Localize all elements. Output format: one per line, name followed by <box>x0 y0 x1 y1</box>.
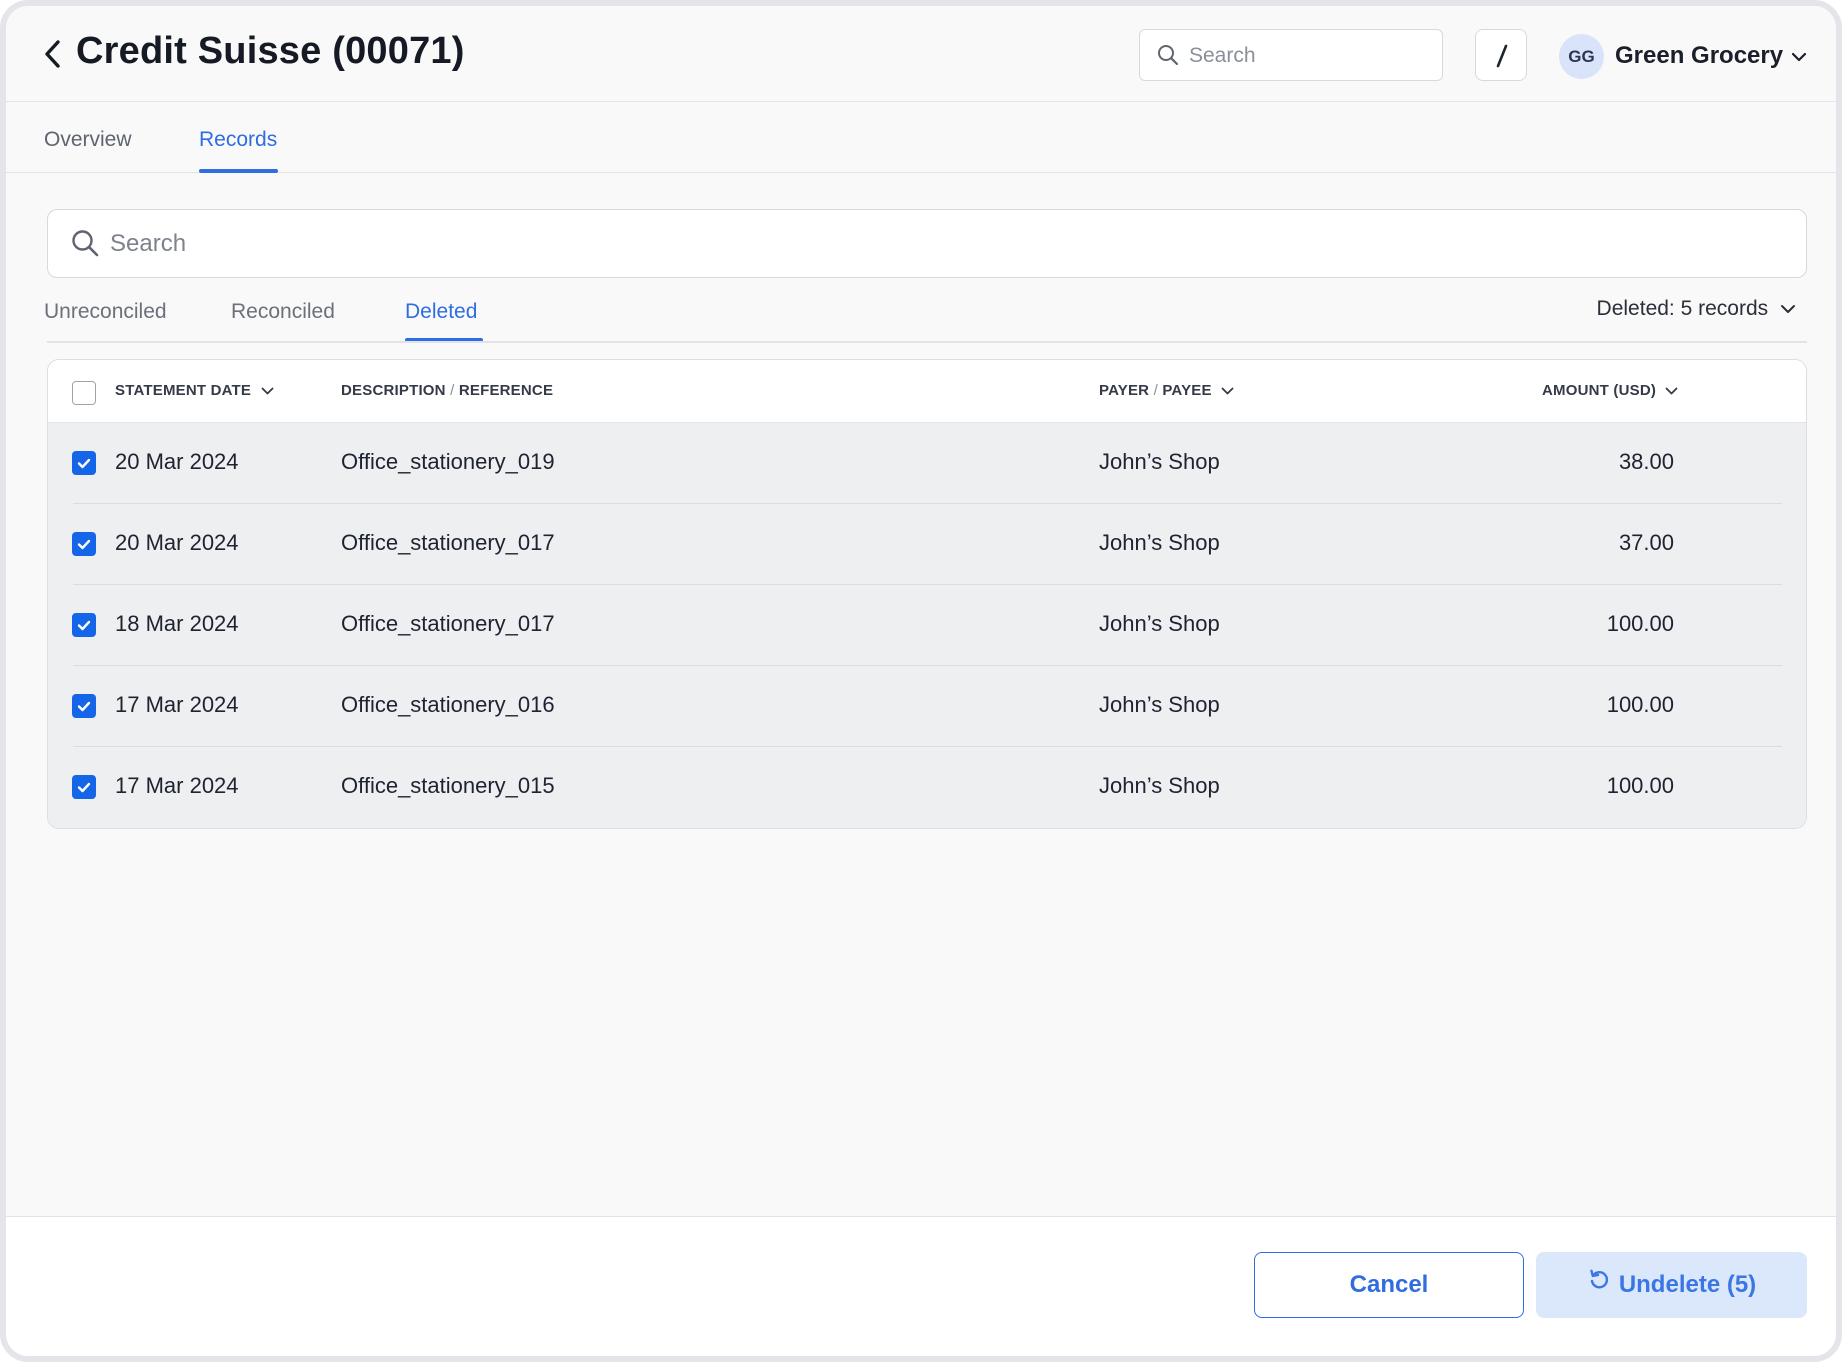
cell-description: Office_stationery_015 <box>341 773 555 798</box>
cell-amount: 100.00 <box>1606 611 1674 636</box>
records-table: STATEMENT DATE DESCRIPTION / REFERENCE P… <box>47 359 1807 829</box>
cell-payee: John’s Shop <box>1099 449 1220 474</box>
tab-reconciled[interactable]: Reconciled <box>231 300 335 324</box>
table-header: STATEMENT DATE DESCRIPTION / REFERENCE P… <box>48 360 1806 423</box>
column-amount[interactable]: AMOUNT (USD) <box>1542 382 1678 400</box>
cell-amount: 38.00 <box>1618 449 1674 474</box>
tab-records[interactable]: Records <box>199 128 277 152</box>
chevron-down-icon[interactable] <box>1791 50 1807 68</box>
deleted-count-dropdown[interactable]: Deleted: 5 records <box>1597 297 1796 321</box>
search-icon <box>1156 43 1180 72</box>
chevron-down-icon <box>1221 383 1234 400</box>
column-reference-label: REFERENCE <box>458 382 554 399</box>
column-payer-label: PAYER <box>1099 382 1150 399</box>
org-switcher[interactable]: Green Grocery <box>1615 42 1783 70</box>
cell-amount: 37.00 <box>1618 530 1674 555</box>
row-checkbox[interactable] <box>72 775 96 799</box>
cell-date: 17 Mar 2024 <box>115 773 239 798</box>
deleted-count-value: 5 records <box>1680 297 1769 320</box>
undo-icon <box>1587 1251 1611 1317</box>
cell-description: Office_stationery_019 <box>341 449 555 474</box>
table-row[interactable]: 17 Mar 2024 Office_stationery_016 John’s… <box>48 666 1806 747</box>
main-tab-bar: Overview Records <box>6 103 1836 173</box>
table-body: 20 Mar 2024 Office_stationery_019 John’s… <box>48 423 1806 828</box>
table-row[interactable]: 20 Mar 2024 Office_stationery_017 John’s… <box>48 504 1806 585</box>
cell-description: Office_stationery_017 <box>341 611 555 636</box>
chevron-down-icon <box>1665 383 1678 400</box>
column-payee-label: PAYEE <box>1162 382 1212 399</box>
checkmark-icon <box>77 539 91 550</box>
row-checkbox[interactable] <box>72 451 96 475</box>
table-row[interactable]: 17 Mar 2024 Office_stationery_015 John’s… <box>48 747 1806 828</box>
row-checkbox[interactable] <box>72 532 96 556</box>
checkmark-icon <box>77 458 91 469</box>
column-separator: / <box>450 382 455 399</box>
cell-payee: John’s Shop <box>1099 611 1220 636</box>
chevron-down-icon <box>1780 297 1796 321</box>
column-statement-date-label: STATEMENT DATE <box>115 382 252 399</box>
cell-date: 17 Mar 2024 <box>115 692 239 717</box>
cell-amount: 100.00 <box>1606 692 1674 717</box>
select-all-checkbox[interactable] <box>72 381 96 405</box>
tab-deleted[interactable]: Deleted <box>405 300 477 324</box>
table-row[interactable]: 20 Mar 2024 Office_stationery_019 John’s… <box>48 423 1806 504</box>
cancel-button[interactable]: Cancel <box>1254 1252 1524 1318</box>
cell-description: Office_stationery_017 <box>341 530 555 555</box>
undelete-label: Undelete (5) <box>1618 1271 1757 1298</box>
tab-unreconciled[interactable]: Unreconciled <box>44 300 167 324</box>
cell-amount: 100.00 <box>1606 773 1674 798</box>
column-statement-date[interactable]: STATEMENT DATE <box>115 382 274 400</box>
records-filter-tabs: Unreconciled Reconciled Deleted Deleted:… <box>6 291 1836 345</box>
cell-description: Office_stationery_016 <box>341 692 555 717</box>
checkmark-icon <box>77 782 91 793</box>
row-checkbox[interactable] <box>72 694 96 718</box>
action-footer: Cancel Undelete (5) <box>6 1216 1836 1356</box>
column-description: DESCRIPTION / REFERENCE <box>341 382 553 399</box>
page-title: Credit Suisse (00071) <box>76 30 465 72</box>
cell-date: 20 Mar 2024 <box>115 449 239 474</box>
checkmark-icon <box>77 620 91 631</box>
top-bar: Credit Suisse (00071) Search GG Green Gr… <box>6 6 1836 102</box>
cell-payee: John’s Shop <box>1099 692 1220 717</box>
search-icon <box>70 228 100 263</box>
column-description-label: DESCRIPTION <box>341 382 446 399</box>
tab-overview[interactable]: Overview <box>44 128 132 152</box>
cell-payee: John’s Shop <box>1099 530 1220 555</box>
chevron-down-icon <box>261 383 274 400</box>
global-search-input[interactable]: Search <box>1139 29 1443 81</box>
column-payer-payee[interactable]: PAYER / PAYEE <box>1099 382 1234 400</box>
avatar[interactable]: GG <box>1559 34 1604 79</box>
divider <box>47 341 1807 343</box>
undelete-button[interactable]: Undelete (5) <box>1536 1252 1807 1318</box>
table-row[interactable]: 18 Mar 2024 Office_stationery_017 John’s… <box>48 585 1806 666</box>
shortcut-slash-button[interactable] <box>1475 29 1527 81</box>
checkmark-icon <box>77 701 91 712</box>
row-checkbox[interactable] <box>72 613 96 637</box>
column-separator: / <box>1153 382 1158 399</box>
cell-date: 20 Mar 2024 <box>115 530 239 555</box>
global-search-placeholder: Search <box>1189 44 1256 67</box>
cell-payee: John’s Shop <box>1099 773 1220 798</box>
records-search-input[interactable]: Search <box>47 209 1807 278</box>
app-window: Credit Suisse (00071) Search GG Green Gr… <box>0 0 1842 1362</box>
records-search-placeholder: Search <box>110 230 187 257</box>
deleted-count-label: Deleted: <box>1596 297 1675 320</box>
active-tab-indicator <box>199 169 278 173</box>
cell-date: 18 Mar 2024 <box>115 611 239 636</box>
back-arrow-icon[interactable] <box>40 36 68 72</box>
column-amount-label: AMOUNT (USD) <box>1542 382 1657 399</box>
